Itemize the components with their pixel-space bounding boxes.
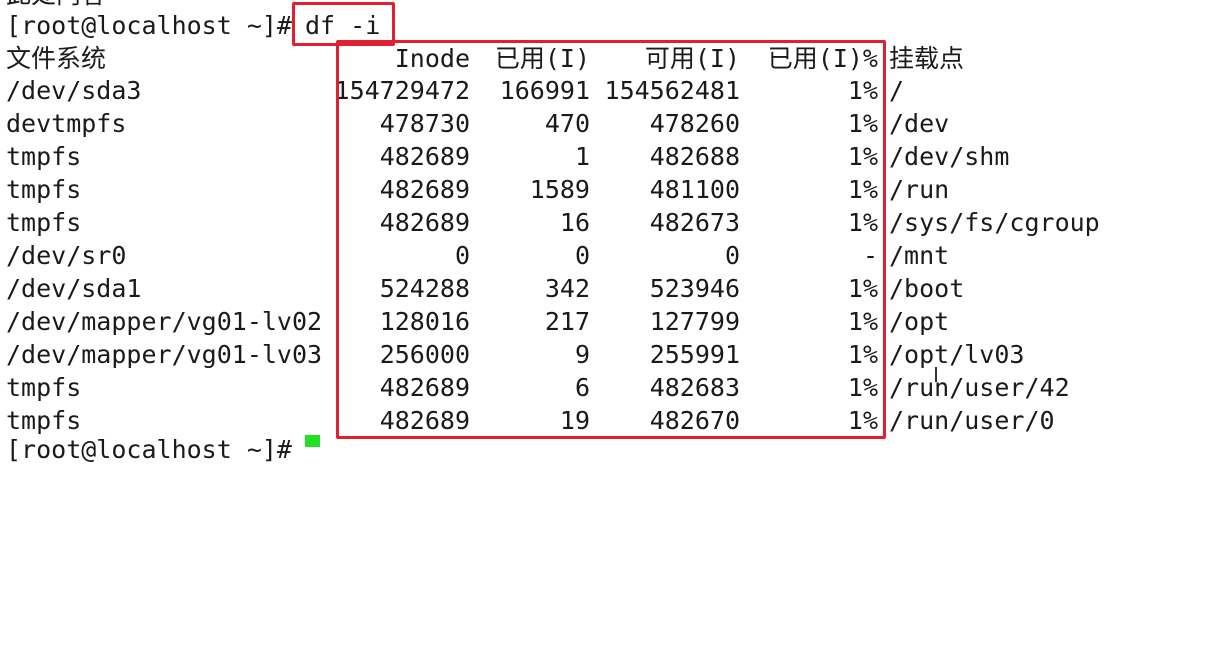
inode-columns-highlight-box (336, 40, 886, 439)
cell-filesystem: tmpfs (6, 208, 82, 237)
command-line: [root@localhost ~]# df -i (0, 9, 380, 42)
cell-mounted-on: /opt/lv03 (889, 340, 1025, 369)
cell-mounted-on: /run/user/0 (889, 406, 1055, 435)
cell-filesystem: tmpfs (6, 373, 82, 402)
cell-mounted-on: /sys/fs/cgroup (889, 208, 1100, 237)
cell-filesystem: /dev/sr0 (6, 241, 127, 270)
mouse-ibeam-cursor (935, 367, 937, 382)
cell-mounted-on: /dev (889, 109, 950, 138)
cell-mounted-on: /mnt (889, 241, 950, 270)
text-cursor (305, 435, 320, 447)
cell-filesystem: /dev/sda3 (6, 76, 142, 105)
cell-filesystem: /dev/sda1 (6, 274, 142, 303)
terminal-window[interactable]: 此处内容 [root@localhost ~]# df -i 文件系统 Inod… (0, 0, 1214, 464)
cell-mounted-on: /run/user/42 (889, 373, 1070, 402)
cell-mounted-on: /dev/shm (889, 142, 1010, 171)
cell-filesystem: /dev/mapper/vg01-lv03 (6, 340, 323, 369)
cell-filesystem: /dev/mapper/vg01-lv02 (6, 307, 323, 336)
cell-mounted-on: /boot (889, 274, 965, 303)
cell-mounted-on: /run (889, 175, 950, 204)
cell-mounted-on: /opt (889, 307, 950, 336)
cell-filesystem: tmpfs (6, 175, 82, 204)
next-shell-prompt: [root@localhost ~]# (6, 435, 292, 464)
cell-mounted-on: / (889, 76, 905, 105)
cell-filesystem: tmpfs (6, 142, 82, 171)
cell-filesystem: devtmpfs (6, 109, 127, 138)
shell-prompt: [root@localhost ~]# (6, 11, 292, 40)
header-filesystem: 文件系统 (6, 44, 107, 73)
header-mounted-on: 挂载点 (889, 44, 965, 73)
